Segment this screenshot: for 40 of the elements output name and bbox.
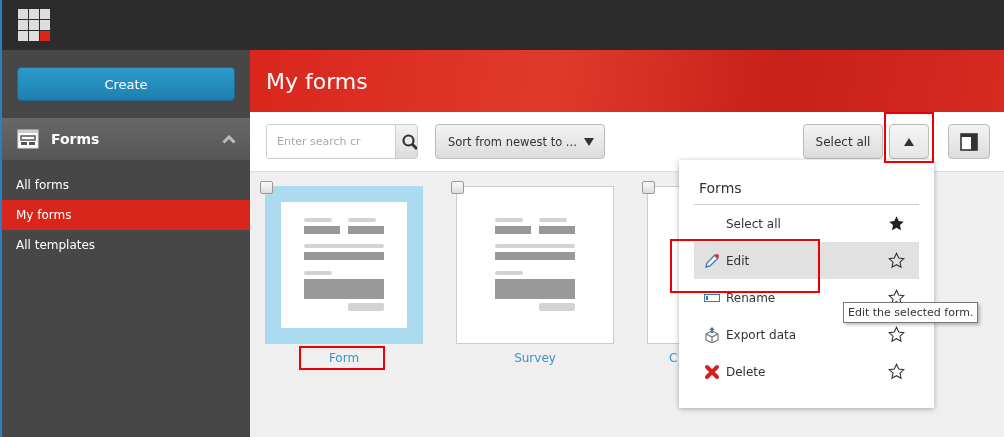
box-upload-icon <box>704 326 720 343</box>
menu-item-label: Edit <box>726 253 751 268</box>
search-button[interactable] <box>395 125 417 158</box>
star-outline-icon[interactable] <box>888 363 905 380</box>
up-arrow-icon <box>904 137 914 146</box>
create-button[interactable]: Create <box>17 67 235 101</box>
delete-icon <box>704 363 720 380</box>
nav-item[interactable]: All templates <box>2 230 250 260</box>
menu-toggle-button[interactable] <box>889 124 929 159</box>
checkbox[interactable] <box>642 181 655 194</box>
star-outline-icon[interactable] <box>888 252 905 269</box>
search-icon <box>402 133 417 150</box>
layout-toggle-button[interactable] <box>948 124 990 159</box>
dropdown-arrow-icon <box>584 137 594 146</box>
nav-item[interactable]: All forms <box>2 170 250 200</box>
form-icon <box>17 129 39 149</box>
hover-tooltip: Edit the selected form. <box>843 302 979 323</box>
nav-item[interactable]: My forms <box>2 200 250 230</box>
star-outline-icon[interactable] <box>888 326 905 343</box>
menu-item[interactable]: Select all <box>726 216 888 231</box>
form-thumbnail[interactable] <box>456 186 614 344</box>
section-title: Forms <box>51 131 101 147</box>
sort-dropdown[interactable]: Sort from newest to ... <box>435 124 605 159</box>
chevron-icon[interactable] <box>222 134 236 144</box>
menu-item[interactable]: Delete <box>726 364 888 379</box>
search-field[interactable]: Enter search cr <box>266 124 418 159</box>
page-title: My forms <box>266 68 368 94</box>
menu-item[interactable]: Rename <box>726 290 888 305</box>
textbox-icon <box>704 293 720 302</box>
menu-title: Forms <box>699 180 742 196</box>
checkbox[interactable] <box>451 181 464 194</box>
menu-item[interactable]: Export data <box>726 327 888 342</box>
app-grid-logo[interactable] <box>18 8 51 42</box>
checkbox[interactable] <box>260 181 273 194</box>
forms-section-header[interactable]: Forms <box>2 118 250 160</box>
filled-star-icon[interactable] <box>888 215 905 232</box>
panel-layout-icon <box>960 132 978 151</box>
pencil-icon <box>704 252 720 269</box>
form-thumbnail[interactable] <box>265 186 423 344</box>
select-all-button[interactable]: Select all <box>803 124 883 159</box>
